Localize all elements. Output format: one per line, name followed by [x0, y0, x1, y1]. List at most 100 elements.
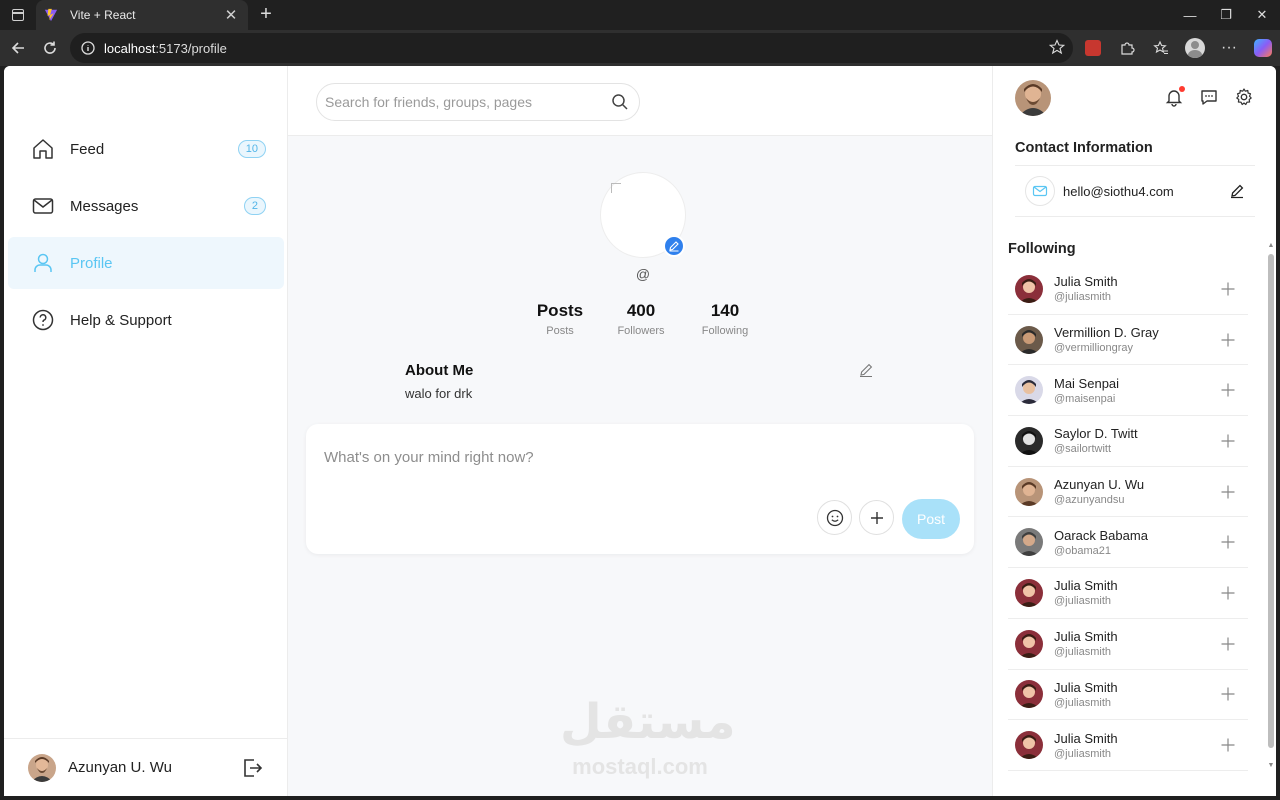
scroll-up-arrow-icon[interactable]: ▲	[1267, 242, 1275, 250]
following-handle: @obama21	[1054, 544, 1112, 557]
following-item[interactable]: Azunyan U. Wu @azunyandsu	[1008, 467, 1248, 518]
plus-icon	[1221, 383, 1235, 397]
avatar[interactable]	[1015, 80, 1051, 116]
following-item[interactable]: Julia Smith @juliasmith	[1008, 720, 1248, 771]
following-name: Azunyan U. Wu	[1054, 477, 1145, 493]
avatar[interactable]	[1015, 680, 1043, 709]
following-item[interactable]: Vermillion D. Gray @vermilliongray	[1008, 315, 1248, 366]
sidebar-item-profile[interactable]: Profile	[8, 237, 284, 289]
plus-icon	[1221, 586, 1235, 600]
extension-red-icon[interactable]	[1080, 35, 1106, 61]
search-icon[interactable]	[611, 93, 629, 111]
reload-icon[interactable]	[34, 32, 66, 64]
stat-label: Posts	[546, 325, 574, 337]
avatar[interactable]	[1015, 578, 1043, 607]
search-box	[316, 83, 640, 121]
url-field[interactable]: localhost:5173/profile	[70, 33, 1073, 63]
following-list: Julia Smith @juliasmith Vermillion D. Gray…	[1008, 264, 1248, 771]
avatar[interactable]	[1015, 325, 1043, 354]
home-icon	[30, 136, 56, 162]
sidebar-item-feed[interactable]: Feed 10	[8, 123, 284, 175]
following-name: Saylor D. Twitt	[1054, 426, 1138, 442]
browser-tab[interactable]: Vite + React ✕	[36, 0, 248, 30]
logout-icon[interactable]	[240, 756, 264, 780]
avatar[interactable]	[1015, 274, 1043, 303]
contact-email-row: hello@siothu4.com	[1015, 165, 1255, 217]
following-item[interactable]: Mai Senpai @maisenpai	[1008, 365, 1248, 417]
following-text: Julia Smith @juliasmith	[1054, 578, 1218, 607]
scroll-thumb[interactable]	[1268, 254, 1274, 748]
more-menu-icon[interactable]: ···	[1216, 35, 1242, 61]
close-tab-icon[interactable]: ✕	[222, 6, 240, 24]
avatar[interactable]	[1015, 528, 1043, 557]
plus-icon	[1221, 637, 1235, 651]
scroll-down-arrow-icon[interactable]: ▼	[1267, 762, 1275, 770]
site-info-icon[interactable]	[80, 40, 96, 56]
avatar[interactable]	[1015, 731, 1043, 760]
edit-email-icon[interactable]	[1229, 183, 1245, 199]
following-handle: @juliasmith	[1054, 747, 1112, 760]
following-handle: @juliasmith	[1054, 646, 1112, 659]
follow-add-button[interactable]	[1218, 634, 1238, 654]
avatar[interactable]	[1015, 426, 1043, 455]
follow-add-button[interactable]	[1218, 482, 1238, 502]
following-item[interactable]: Julia Smith @juliasmith	[1008, 568, 1248, 619]
follow-add-button[interactable]	[1218, 330, 1238, 350]
follow-add-button[interactable]	[1218, 684, 1238, 704]
sidebar-item-messages[interactable]: Messages 2	[8, 180, 284, 232]
stat-followers[interactable]: 400 Followers	[596, 301, 686, 337]
tab-actions-icon[interactable]	[0, 0, 36, 30]
post-composer: Post	[306, 424, 974, 554]
follow-add-button[interactable]	[1218, 380, 1238, 400]
follow-add-button[interactable]	[1218, 431, 1238, 451]
plus-icon	[1221, 333, 1235, 347]
maximize-icon[interactable]: ❐	[1208, 0, 1244, 30]
extensions-puzzle-icon[interactable]	[1114, 35, 1140, 61]
emoji-button[interactable]	[817, 500, 852, 535]
contact-info-title: Contact Information	[1015, 140, 1153, 156]
post-button[interactable]: Post	[902, 499, 960, 539]
plus-icon	[870, 511, 883, 524]
following-text: Vermillion D. Gray @vermilliongray	[1054, 325, 1218, 354]
stat-label: Followers	[617, 325, 665, 337]
favorites-icon[interactable]	[1148, 35, 1174, 61]
back-icon[interactable]	[2, 32, 34, 64]
follow-add-button[interactable]	[1218, 532, 1238, 552]
stat-following[interactable]: 140 Following	[680, 301, 770, 337]
add-attachment-button[interactable]	[859, 500, 894, 535]
post-input[interactable]	[324, 444, 944, 470]
following-name: Julia Smith	[1054, 578, 1118, 594]
following-item[interactable]: Julia Smith @juliasmith	[1008, 264, 1248, 315]
avatar[interactable]	[28, 753, 56, 782]
follow-add-button[interactable]	[1218, 279, 1238, 299]
plus-icon	[1221, 485, 1235, 499]
address-bar: localhost:5173/profile ···	[0, 30, 1280, 66]
avatar[interactable]	[1015, 376, 1043, 405]
copilot-icon[interactable]	[1250, 35, 1276, 61]
about-me-text: walo for drk	[405, 386, 473, 401]
following-name: Vermillion D. Gray	[1054, 325, 1159, 341]
follow-add-button[interactable]	[1218, 735, 1238, 755]
notifications-bell-icon[interactable]	[1163, 86, 1185, 108]
edit-about-icon[interactable]	[858, 362, 874, 378]
plus-icon	[1221, 738, 1235, 752]
sidebar-item-help[interactable]: Help & Support	[8, 294, 284, 346]
search-input[interactable]	[325, 94, 611, 110]
follow-add-button[interactable]	[1218, 583, 1238, 603]
browser-profile-icon[interactable]	[1182, 35, 1208, 61]
following-item[interactable]: Julia Smith @juliasmith	[1008, 670, 1248, 721]
profile-avatar[interactable]	[600, 172, 686, 258]
following-scrollbar[interactable]: ▲ ▼	[1267, 242, 1275, 772]
following-item[interactable]: Oarack Babama @obama21	[1008, 517, 1248, 569]
new-tab-icon[interactable]: +	[255, 4, 277, 24]
following-item[interactable]: Saylor D. Twitt @sailortwitt	[1008, 416, 1248, 467]
minimize-icon[interactable]: —	[1172, 0, 1208, 30]
edit-avatar-button[interactable]	[663, 235, 685, 257]
avatar[interactable]	[1015, 477, 1043, 506]
close-window-icon[interactable]: ✕	[1244, 0, 1280, 30]
chat-icon[interactable]	[1198, 86, 1220, 108]
settings-gear-icon[interactable]	[1233, 86, 1255, 108]
favorite-star-icon[interactable]	[1049, 39, 1065, 55]
following-item[interactable]: Julia Smith @juliasmith	[1008, 619, 1248, 670]
avatar[interactable]	[1015, 629, 1043, 658]
